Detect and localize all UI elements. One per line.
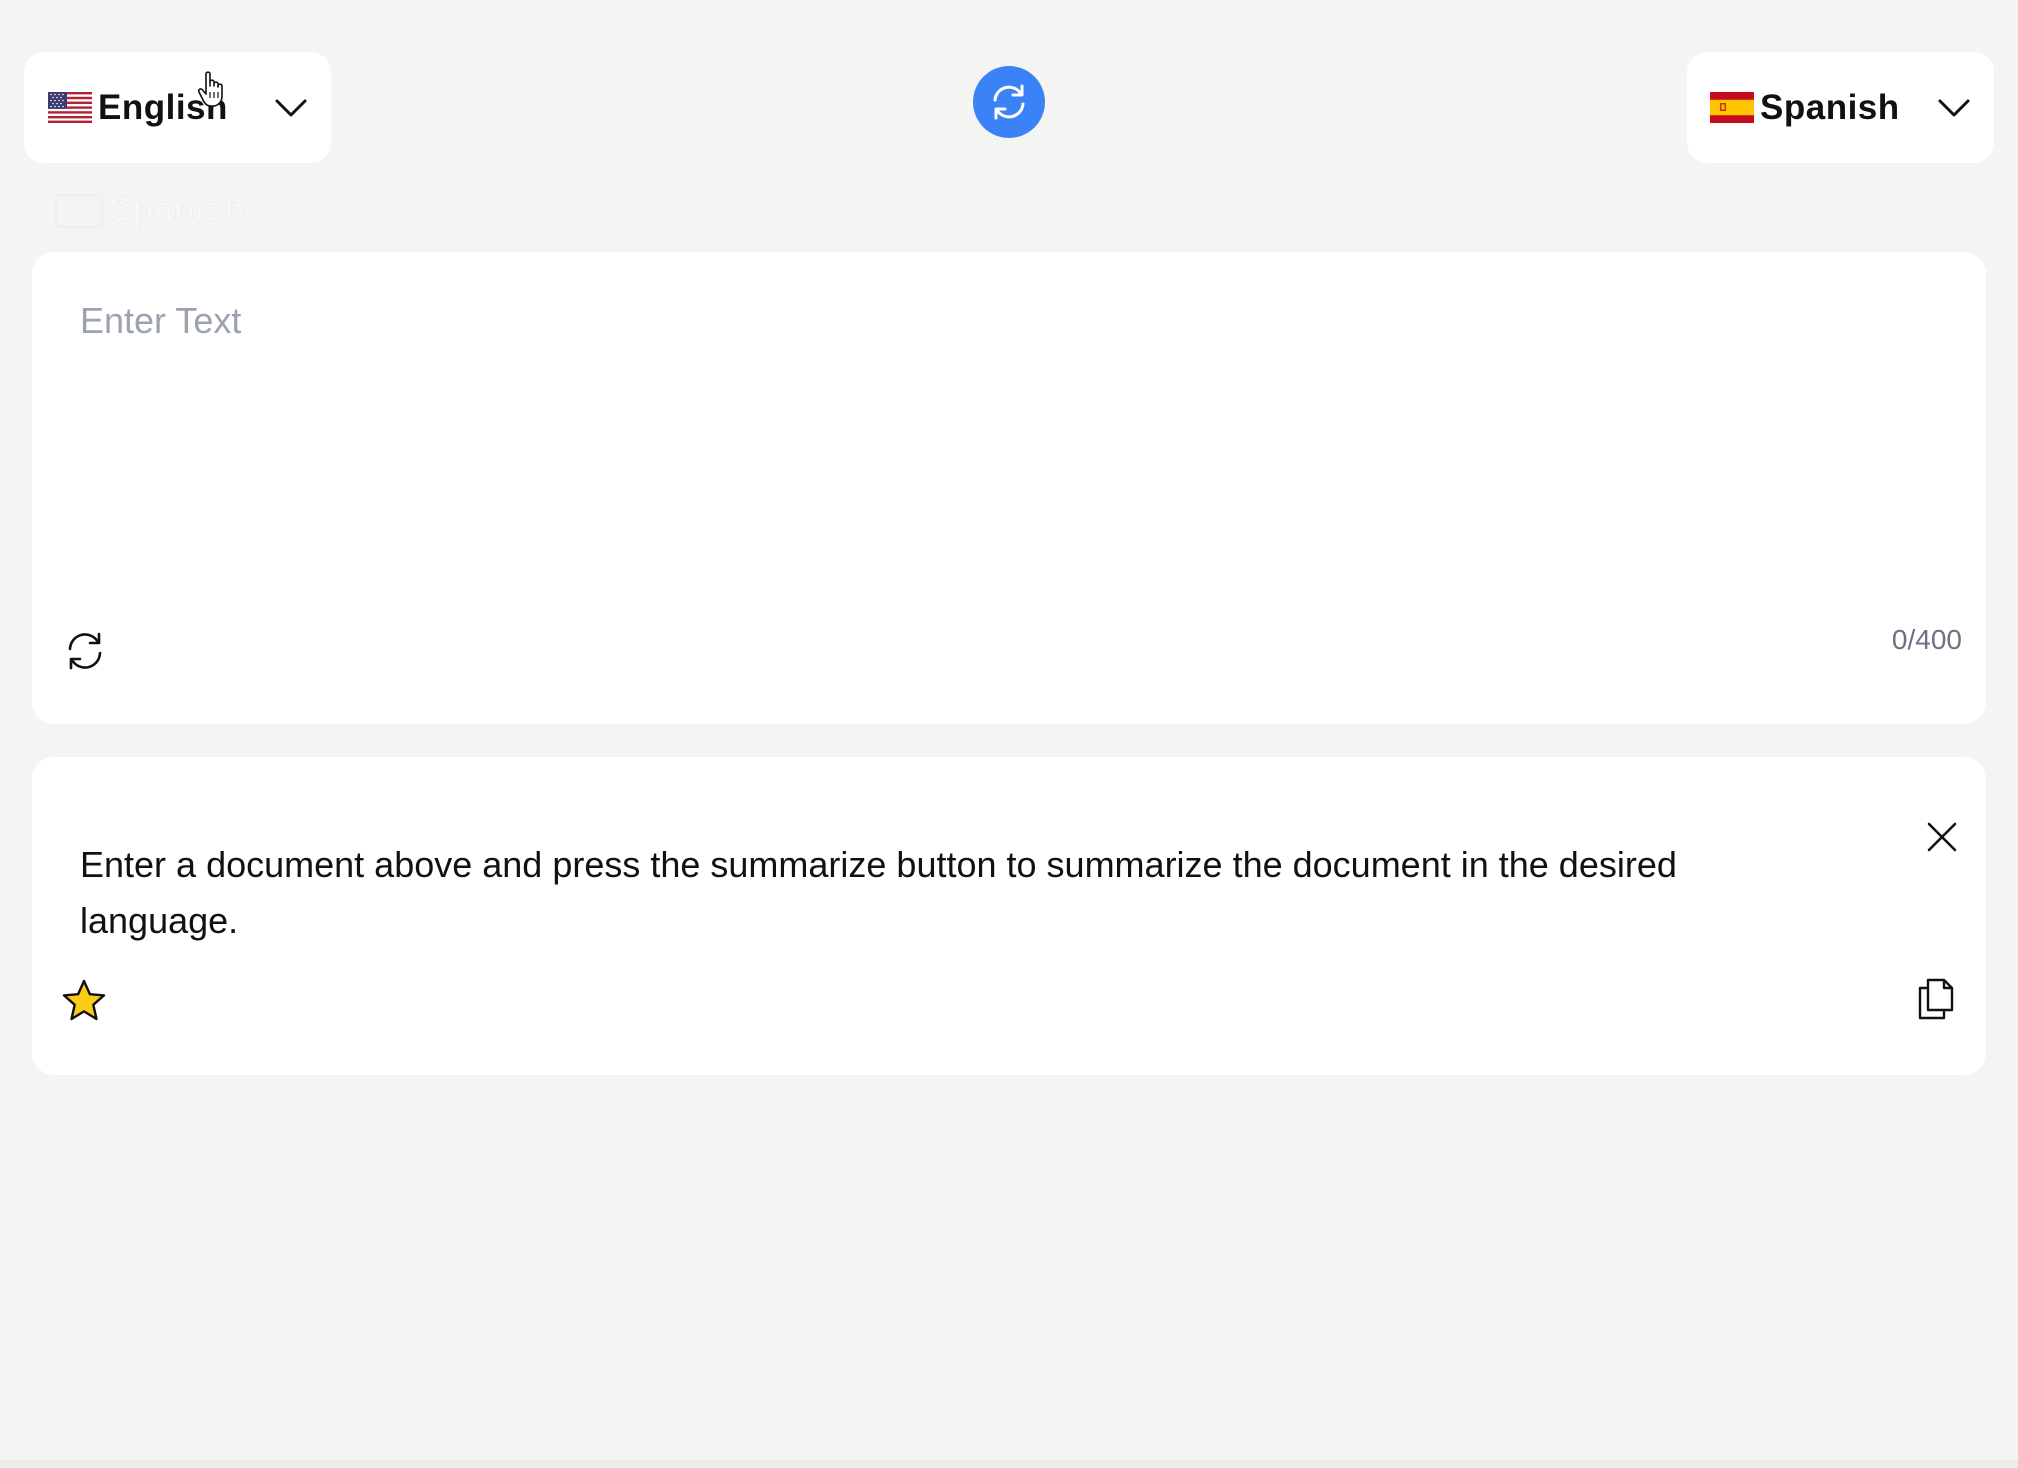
swap-languages-button[interactable] [973, 66, 1045, 138]
target-language-select[interactable]: Spanish [1687, 52, 1994, 163]
reset-button[interactable] [56, 622, 114, 680]
ghost-flag-icon [55, 194, 103, 228]
hand-cursor-icon [197, 71, 223, 107]
source-language-select[interactable]: English [24, 52, 331, 163]
copy-icon [1918, 978, 1954, 1020]
us-flag-icon [48, 92, 92, 123]
refresh-icon [68, 632, 102, 670]
copy-button[interactable] [1908, 971, 1964, 1027]
clear-output-button[interactable] [1918, 813, 1966, 861]
ghost-option-label: Spanish [108, 190, 246, 230]
chevron-down-icon [1938, 99, 1970, 117]
star-icon [62, 979, 106, 1021]
close-icon [1927, 822, 1957, 852]
spain-flag-icon [1710, 92, 1754, 123]
text-input[interactable] [80, 296, 1930, 596]
swap-icon [993, 84, 1025, 120]
favorite-button[interactable] [56, 973, 112, 1029]
character-counter: 0/400 [1891, 624, 1962, 655]
chevron-down-icon [275, 99, 307, 117]
input-card: 0/400 [32, 252, 1986, 724]
bottom-edge [0, 1460, 2018, 1468]
output-text: Enter a document above and press the sum… [80, 844, 1677, 941]
target-language-label: Spanish [1760, 87, 1900, 127]
output-card: Enter a document above and press the sum… [32, 757, 1986, 1075]
